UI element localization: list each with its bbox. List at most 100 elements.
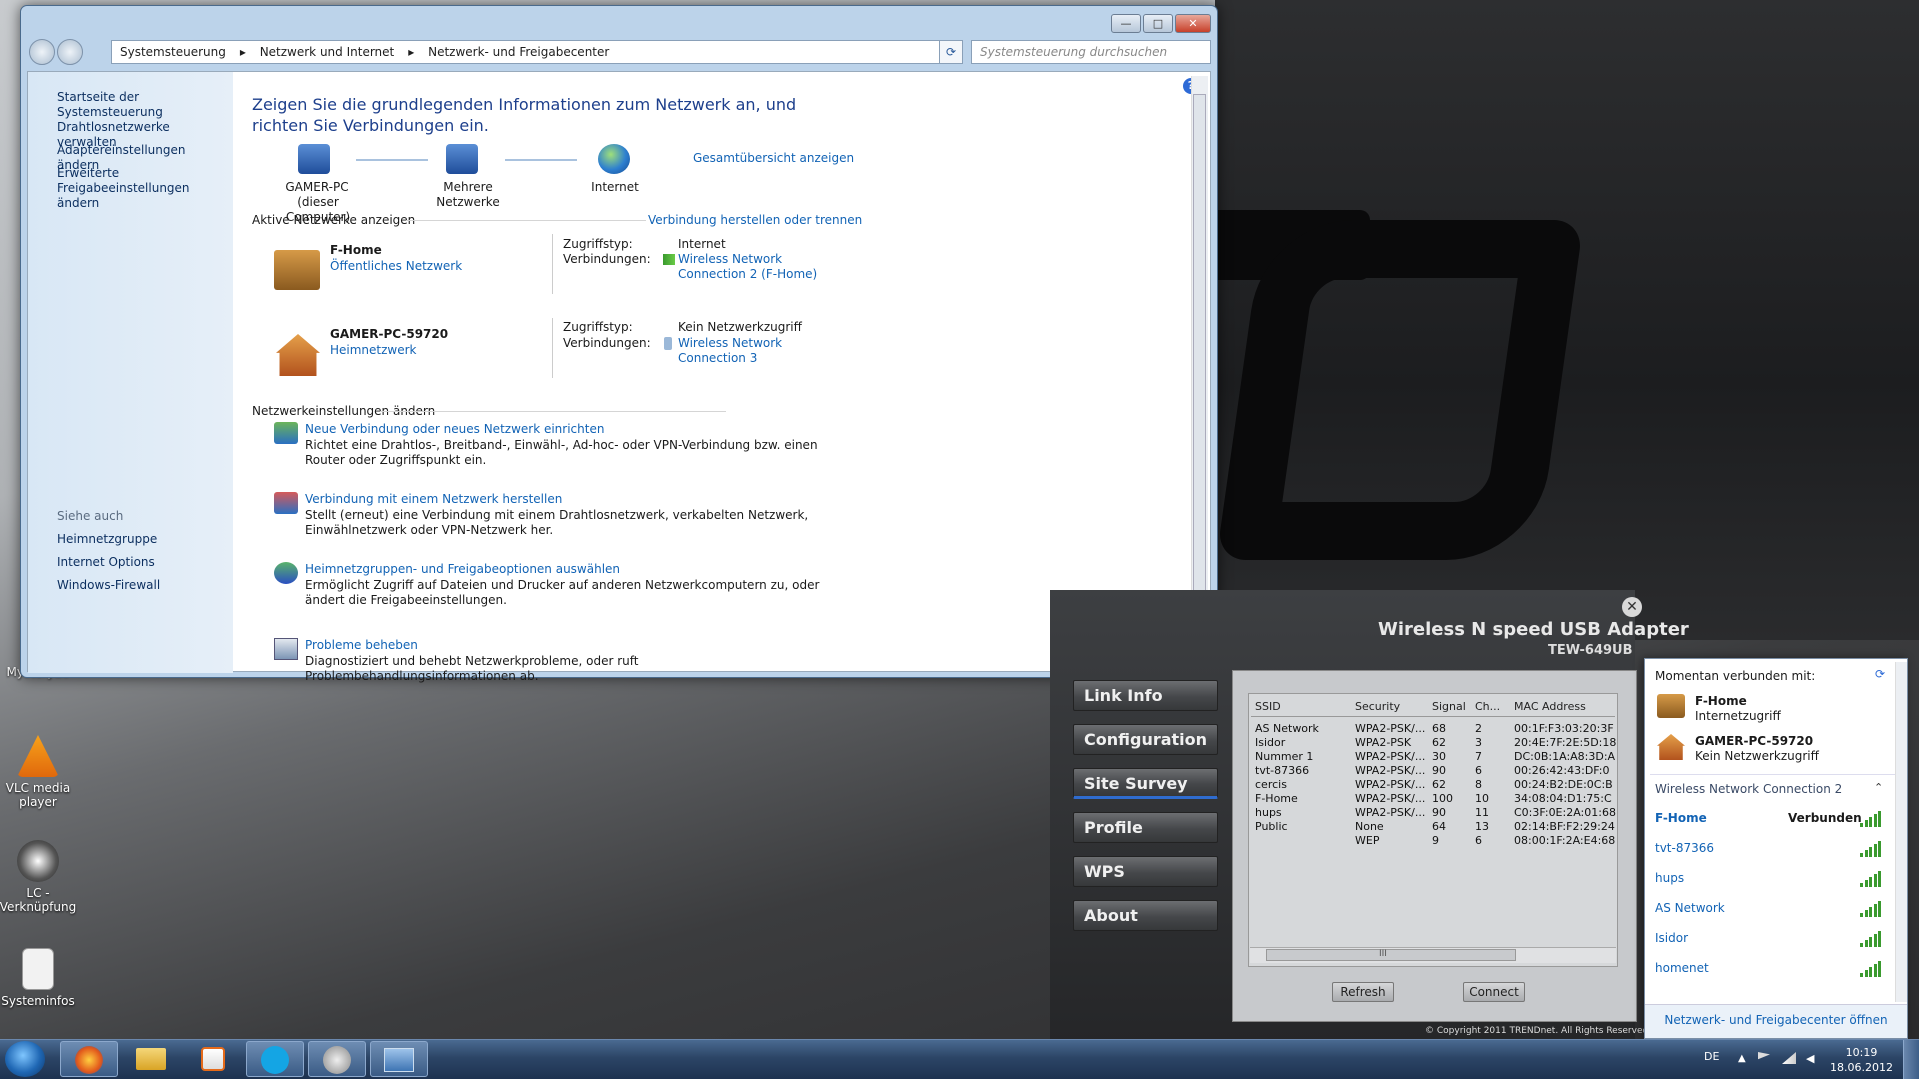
col-ssid[interactable]: SSID (1255, 700, 1281, 713)
home-network-house-icon (276, 334, 320, 376)
taskbar-network-app[interactable] (308, 1041, 366, 1077)
task-new-connection-link[interactable]: Neue Verbindung oder neues Netzwerk einr… (305, 422, 604, 437)
map-networks-label: Mehrere Netzwerke (436, 180, 500, 209)
minimize-button[interactable]: — (1111, 14, 1141, 33)
table-cell: WEP (1355, 834, 1380, 847)
open-sharing-center-link[interactable]: Netzwerk- und Freigabecenter öffnen (1645, 1004, 1907, 1038)
breadcrumb-sharing-center[interactable]: Netzwerk- und Freigabecenter (428, 45, 609, 59)
signal-strength-icon (1860, 931, 1882, 947)
net2-type-link[interactable]: Heimnetzwerk (330, 343, 417, 358)
back-button[interactable] (29, 39, 55, 65)
language-indicator[interactable]: DE (1704, 1050, 1719, 1063)
connect-disconnect-link[interactable]: Verbindung herstellen oder trennen (648, 213, 862, 228)
taskbar-control-panel[interactable] (370, 1041, 428, 1077)
flyout-c1-name: F-Home (1695, 694, 1747, 708)
show-hidden-icons[interactable]: ▲ (1738, 1053, 1746, 1064)
show-desktop-button[interactable] (1903, 1040, 1919, 1079)
table-row[interactable]: cercis WPA2-PSK/... 62 8 00:24:B2:DE:0C:B (1249, 778, 1617, 792)
maximize-button[interactable]: □ (1143, 14, 1173, 33)
table-row[interactable]: Nummer 1 WPA2-PSK/... 30 7 DC:0B:1A:A8:3D:A (1249, 750, 1617, 764)
breadcrumb-control-panel[interactable]: Systemsteuerung (120, 45, 226, 59)
table-row[interactable]: F-Home WPA2-PSK/... 100 10 34:08:04:D1:75:C (1249, 792, 1617, 806)
table-row[interactable]: WEP 9 6 08:00:1F:2A:E4:68 (1249, 834, 1617, 848)
refresh-icon[interactable]: ⟳ (1875, 667, 1889, 681)
flyout-network-as[interactable]: AS Network (1655, 901, 1895, 915)
search-input[interactable]: Systemsteuerung durchsuchen (971, 40, 1211, 64)
task-homegroup-link[interactable]: Heimnetzgruppen- und Freigabeoptionen au… (305, 562, 620, 577)
scrollbar-thumb[interactable] (1193, 94, 1206, 649)
divider (406, 220, 646, 221)
flyout-network-isidor[interactable]: Isidor (1655, 931, 1895, 945)
refresh-icon[interactable]: ⟳ (939, 40, 963, 64)
net1-conn-link-2[interactable]: Connection 2 (F-Home) (678, 267, 817, 282)
forward-button[interactable] (57, 39, 83, 65)
table-cell: 02:14:BF:F2:29:24 (1514, 820, 1615, 833)
desktop-icon-vlc[interactable]: VLC media player (0, 735, 82, 809)
full-map-link[interactable]: Gesamtübersicht anzeigen (693, 151, 854, 166)
col-mac[interactable]: MAC Address (1514, 700, 1586, 713)
connect-button[interactable]: Connect (1463, 982, 1525, 1002)
taskbar-skype[interactable] (246, 1041, 304, 1077)
table-cell: 30 (1432, 750, 1446, 763)
menu-profile[interactable]: Profile (1073, 812, 1218, 843)
page-title: Zeigen Sie die grundlegenden Information… (252, 95, 797, 135)
col-security[interactable]: Security (1355, 700, 1400, 713)
col-channel[interactable]: Ch... (1475, 700, 1500, 713)
taskbar-media-player[interactable] (184, 1041, 242, 1077)
close-button[interactable]: ✕ (1175, 14, 1211, 33)
net1-type-link[interactable]: Öffentliches Netzwerk (330, 259, 462, 274)
table-row[interactable]: hups WPA2-PSK/... 90 11 C0:3F:0E:2A:01:68 (1249, 806, 1617, 820)
start-button[interactable] (5, 1041, 45, 1077)
clock-time: 10:19 (1845, 1046, 1878, 1059)
net2-conn-link[interactable]: Wireless Network (678, 336, 782, 351)
horizontal-scrollbar-thumb[interactable]: III (1266, 949, 1516, 961)
table-cell: None (1355, 820, 1384, 833)
flyout-network-tvt[interactable]: tvt-87366 (1655, 841, 1895, 855)
see-also-firewall[interactable]: Windows-Firewall (57, 578, 227, 593)
left-nav-pane: Startseite der Systemsteuerung Drahtlosn… (28, 72, 233, 673)
table-cell: 62 (1432, 736, 1446, 749)
chevron-up-icon[interactable]: ⌃ (1874, 781, 1883, 794)
desktop-icon-lc[interactable]: LC - Verknüpfung (0, 840, 82, 914)
flyout-network-homenet[interactable]: homenet (1655, 961, 1895, 975)
flyout-group-header[interactable]: Wireless Network Connection 2 (1655, 782, 1842, 796)
table-cell: 68 (1432, 722, 1446, 735)
table-cell: 6 (1475, 764, 1482, 777)
flyout-scrollbar[interactable] (1895, 662, 1907, 1002)
breadcrumb-network-internet[interactable]: Netzwerk und Internet (260, 45, 395, 59)
table-cell: Public (1255, 820, 1288, 833)
public-network-bench-icon (274, 250, 320, 290)
trendnet-close-button[interactable]: ✕ (1622, 597, 1642, 617)
taskbar-explorer[interactable] (122, 1041, 180, 1077)
leftnav-home-link[interactable]: Startseite der Systemsteuerung (57, 90, 227, 120)
flyout-c2-name: GAMER-PC-59720 (1695, 734, 1814, 748)
menu-link-info[interactable]: Link Info (1073, 680, 1218, 711)
task-troubleshoot-link[interactable]: Probleme beheben (305, 638, 418, 653)
net1-conn-link[interactable]: Wireless Network (678, 252, 782, 267)
menu-configuration[interactable]: Configuration (1073, 724, 1218, 755)
table-row[interactable]: tvt-87366 WPA2-PSK/... 90 6 00:26:42:43:DF:0 (1249, 764, 1617, 778)
leftnav-advanced-sharing[interactable]: Erweiterte Freigabeeinstellungen ändern (57, 166, 227, 211)
col-signal[interactable]: Signal (1432, 700, 1466, 713)
address-bar[interactable]: Systemsteuerung ▸ Netzwerk und Internet ▸ … (111, 40, 956, 64)
table-row[interactable]: AS Network WPA2-PSK/... 68 2 00:1F:F3:03:20:… (1249, 722, 1617, 736)
map-connector (505, 159, 577, 161)
desktop-icon-systeminfos[interactable]: Systeminfos (0, 948, 82, 1008)
clock[interactable]: 10:19 18.06.2012 (1830, 1045, 1893, 1075)
active-networks-title: Aktive Netzwerke anzeigen (252, 213, 416, 227)
see-also-homegroup[interactable]: Heimnetzgruppe (57, 532, 227, 547)
taskbar-firefox[interactable] (60, 1041, 118, 1077)
task-connect-link[interactable]: Verbindung mit einem Netzwerk herstellen (305, 492, 562, 507)
flyout-network-hups[interactable]: hups (1655, 871, 1895, 885)
menu-site-survey[interactable]: Site Survey (1073, 768, 1218, 799)
flyout-connected-title: Momentan verbunden mit: (1655, 669, 1816, 683)
table-row[interactable]: Public None 64 13 02:14:BF:F2:29:24 (1249, 820, 1617, 834)
table-row[interactable]: Isidor WPA2-PSK 62 3 20:4E:7F:2E:5D:18 (1249, 736, 1617, 750)
table-cell: 62 (1432, 778, 1446, 791)
volume-icon[interactable]: ◀ (1806, 1052, 1818, 1065)
menu-wps[interactable]: WPS (1073, 856, 1218, 887)
see-also-internet-options[interactable]: Internet Options (57, 555, 227, 570)
refresh-button[interactable]: Refresh (1332, 982, 1394, 1002)
net2-conn-link-2[interactable]: Connection 3 (678, 351, 757, 366)
menu-about[interactable]: About (1073, 900, 1218, 931)
